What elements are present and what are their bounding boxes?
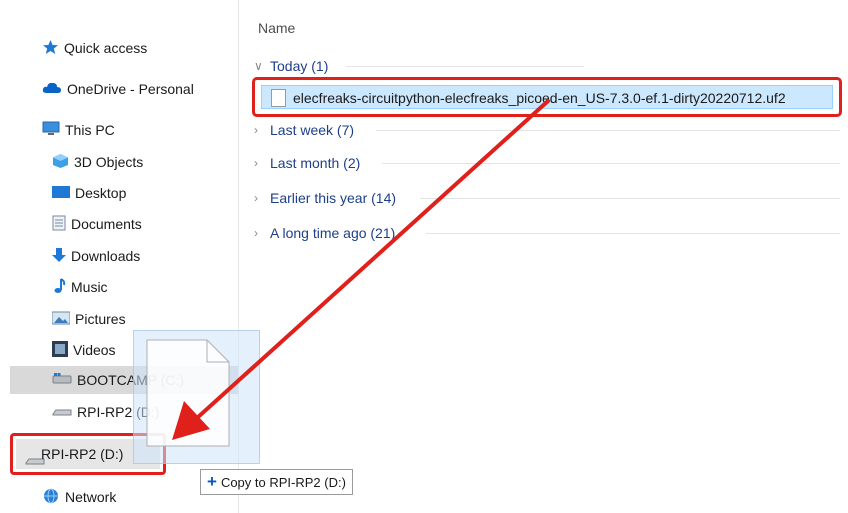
drive-icon [52,404,72,420]
nav-documents[interactable]: Documents [52,210,142,238]
picture-icon [51,311,71,328]
group-label: A long time ago (21) [270,225,396,241]
nav-videos[interactable]: Videos [52,336,116,364]
file-name: elecfreaks-circuitpython-elecfreaks_pico… [293,90,786,106]
nav-3d-objects[interactable]: 3D Objects [52,148,143,176]
chevron-right-icon: › [254,226,258,240]
nav-label: Quick access [64,40,148,56]
drag-copy-tooltip: + Copy to RPI-RP2 (D:) [200,469,353,495]
nav-onedrive[interactable]: OneDrive - Personal [42,75,194,103]
group-label: Earlier this year (14) [270,190,397,206]
nav-label: Videos [73,342,116,358]
desktop-icon [52,185,70,202]
nav-pictures[interactable]: Pictures [51,305,126,333]
music-note-icon [52,277,66,297]
cube-icon [52,153,69,172]
group-divider-line [346,66,584,67]
nav-label: Downloads [71,248,141,264]
file-row-selected[interactable]: elecfreaks-circuitpython-elecfreaks_pico… [252,77,842,117]
plus-icon: + [207,472,217,491]
nav-label: Music [71,279,108,295]
dragged-file-icon [146,339,230,447]
group-divider-line [420,198,840,199]
nav-this-pc[interactable]: This PC [42,116,115,144]
nav-desktop[interactable]: Desktop [52,179,126,207]
nav-downloads[interactable]: Downloads [52,242,140,270]
group-label: Today (1) [270,58,329,74]
drop-target-label: RPI-RP2 (D:) [41,446,124,462]
chevron-right-icon: › [254,191,258,205]
chevron-down-icon: ∨ [254,59,263,73]
nav-network[interactable]: Network [42,483,116,511]
tooltip-text: Copy to RPI-RP2 (D:) [220,474,346,490]
cloud-icon [42,81,62,97]
download-arrow-icon [52,247,66,266]
group-divider-line [426,233,840,234]
star-icon [42,39,59,58]
nav-label: Desktop [75,185,127,201]
group-last-month[interactable]: › Last month (2) [254,152,840,174]
group-earlier-this-year[interactable]: › Earlier this year (14) [254,187,840,209]
document-icon [52,215,66,234]
drive-windows-icon [52,372,72,388]
nav-label: 3D Objects [74,154,144,170]
group-divider-line [382,163,840,164]
nav-label: Documents [71,216,142,232]
group-label: Last month (2) [270,155,361,171]
group-label: Last week (7) [270,122,355,138]
group-today[interactable]: ∨ Today (1) [254,55,584,77]
monitor-icon [42,121,60,139]
group-divider-line [376,130,840,131]
nav-label: Network [65,489,117,505]
group-a-long-time-ago[interactable]: › A long time ago (21) [254,222,840,244]
nav-quick-access[interactable]: Quick access [42,34,147,62]
nav-music[interactable]: Music [52,273,108,301]
nav-label: Pictures [75,311,126,327]
column-header-name[interactable]: Name [258,20,295,36]
file-icon [271,89,286,107]
chevron-right-icon: › [254,156,258,170]
group-last-week[interactable]: › Last week (7) [254,119,840,141]
nav-label: This PC [65,122,115,138]
film-icon [52,340,68,360]
chevron-right-icon: › [254,123,258,137]
network-icon [42,488,60,507]
nav-label: OneDrive - Personal [67,81,194,97]
